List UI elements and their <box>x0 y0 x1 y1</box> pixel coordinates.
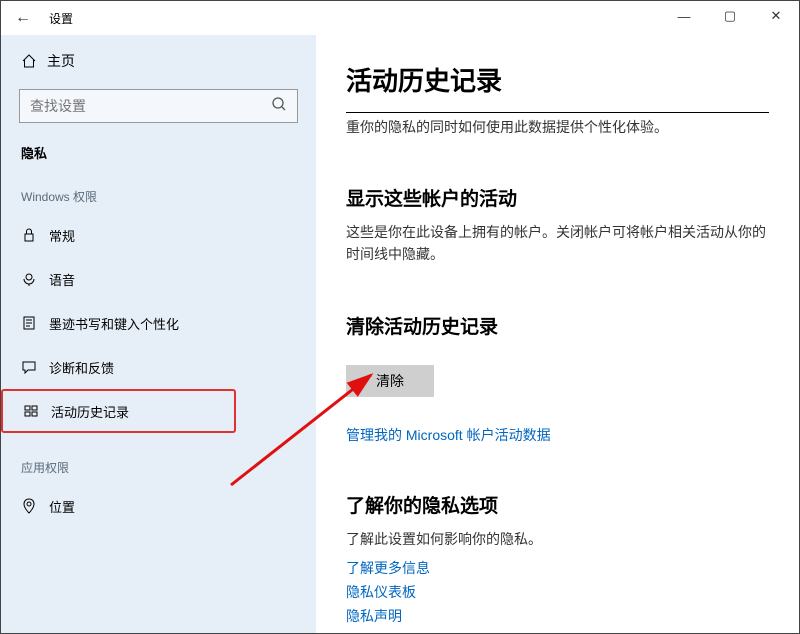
sidebar-section-winperm: Windows 权限 <box>1 170 316 213</box>
location-icon <box>21 498 49 514</box>
sidebar-section-appperm: 应用权限 <box>1 433 316 484</box>
speech-icon <box>21 271 49 287</box>
page-title: 活动历史记录 <box>346 61 769 98</box>
accounts-desc: 这些是你在此设备上拥有的帐户。关闭帐户可将帐户相关活动从你的时间线中隐藏。 <box>346 221 769 266</box>
sidebar-item-general[interactable]: 常规 <box>1 213 316 257</box>
sidebar-home[interactable]: 主页 <box>1 39 316 83</box>
window-title: 设置 <box>49 10 73 27</box>
sidebar-home-label: 主页 <box>47 51 75 71</box>
learn-subtext: 了解此设置如何影响你的隐私。 <box>346 528 769 550</box>
sidebar-item-label: 语音 <box>49 270 75 289</box>
sidebar-item-label: 位置 <box>49 497 75 516</box>
learn-heading: 了解你的隐私选项 <box>346 491 769 518</box>
privacy-statement-link[interactable]: 隐私声明 <box>346 606 769 626</box>
intro-text: 重你的隐私的同时如何使用此数据提供个性化体验。 <box>346 112 769 138</box>
maximize-button[interactable]: ▢ <box>707 1 753 31</box>
timeline-icon <box>23 403 51 419</box>
sidebar-item-speech[interactable]: 语音 <box>1 257 316 301</box>
sidebar-item-diagnostics[interactable]: 诊断和反馈 <box>1 345 316 389</box>
sidebar-item-label: 诊断和反馈 <box>49 358 114 377</box>
search-icon <box>271 96 287 117</box>
back-button[interactable]: ← <box>15 9 43 27</box>
minimize-button[interactable]: — <box>661 1 707 31</box>
clear-heading: 清除活动历史记录 <box>346 312 769 339</box>
sidebar-item-location[interactable]: 位置 <box>1 484 316 528</box>
sidebar-item-ink[interactable]: 墨迹书写和键入个性化 <box>1 301 316 345</box>
lock-icon <box>21 227 49 243</box>
clipboard-icon <box>21 315 49 331</box>
accounts-heading: 显示这些帐户的活动 <box>346 184 769 211</box>
manage-account-link[interactable]: 管理我的 Microsoft 帐户活动数据 <box>346 425 769 445</box>
content-panel: 活动历史记录 重你的隐私的同时如何使用此数据提供个性化体验。 显示这些帐户的活动… <box>316 35 799 633</box>
search-input[interactable] <box>30 98 271 114</box>
privacy-dashboard-link[interactable]: 隐私仪表板 <box>346 582 769 602</box>
learn-more-link[interactable]: 了解更多信息 <box>346 558 769 578</box>
sidebar-item-label: 墨迹书写和键入个性化 <box>49 314 179 333</box>
search-input-container[interactable] <box>19 89 298 123</box>
sidebar-item-label: 活动历史记录 <box>51 402 129 421</box>
sidebar-item-label: 常规 <box>49 226 75 245</box>
sidebar: 主页 隐私 Windows 权限 常规 语音 墨迹书写和键入个性化 <box>1 35 316 633</box>
close-button[interactable]: ✕ <box>753 1 799 31</box>
clear-button[interactable]: 清除 <box>346 365 434 397</box>
feedback-icon <box>21 359 49 375</box>
sidebar-section-privacy: 隐私 <box>1 133 316 170</box>
sidebar-item-activity-history[interactable]: 活动历史记录 <box>1 389 236 433</box>
home-icon <box>21 53 47 69</box>
